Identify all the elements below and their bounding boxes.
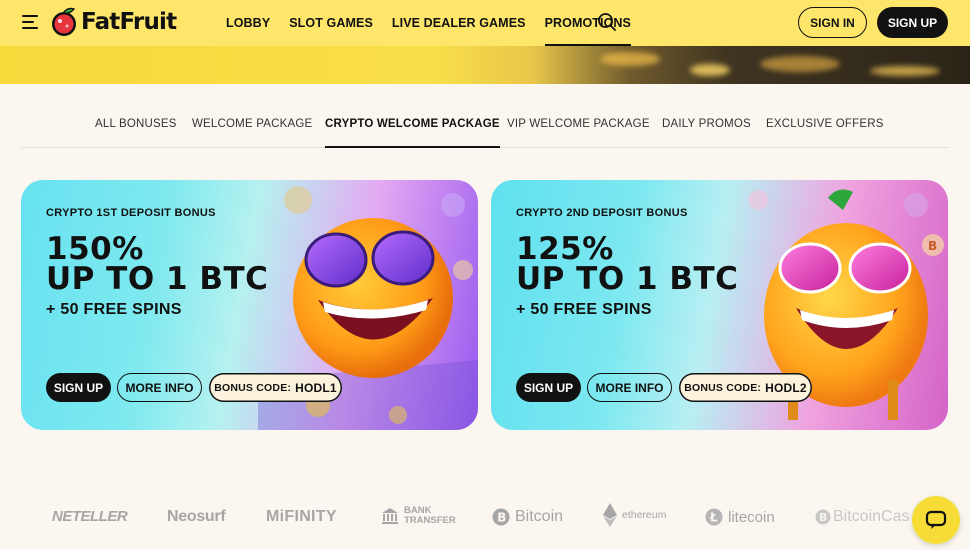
- card-free-spins: + 50 FREE SPINS: [516, 301, 652, 318]
- card-kicker: CRYPTO 1ST DEPOSIT BONUS: [46, 207, 216, 219]
- litecoin-icon: Ł: [705, 508, 723, 526]
- bonus-code-value: HODL1: [295, 380, 337, 395]
- headline-percent: 125%: [516, 231, 614, 267]
- payment-methods: NETELLER Neosurf MiFINITY BANK TRANSFER …: [0, 498, 970, 538]
- bonus-code-badge[interactable]: BONUS CODE: HODL1: [209, 373, 342, 402]
- card-sign-up-button[interactable]: SIGN UP: [46, 373, 111, 402]
- bank-line-2: TRANSFER: [404, 515, 456, 526]
- bonus-code-label: BONUS CODE:: [684, 381, 762, 394]
- payment-neosurf: Neosurf: [167, 508, 226, 525]
- tab-all-bonuses[interactable]: ALL BONUSES: [95, 118, 177, 147]
- bitcoin-cash-icon: B: [815, 509, 831, 525]
- promo-card-1: CRYPTO 1ST DEPOSIT BONUS 150% UP TO 1 BT…: [21, 180, 478, 430]
- bitcoin-cash-label: BitcoinCas: [833, 508, 910, 525]
- chat-button[interactable]: [912, 496, 960, 544]
- headline-amount: UP TO 1 BTC: [46, 261, 269, 297]
- nav-live-dealer-games[interactable]: LIVE DEALER GAMES: [392, 0, 526, 46]
- logo[interactable]: FatFruit: [50, 7, 177, 37]
- tab-vip-welcome-package[interactable]: VIP WELCOME PACKAGE: [507, 118, 650, 147]
- sign-in-button[interactable]: SIGN IN: [798, 7, 867, 38]
- nav-promotions[interactable]: PROMOTIONS: [544, 0, 632, 46]
- nav-lobby[interactable]: LOBBY: [226, 0, 270, 46]
- tab-daily-promos[interactable]: DAILY PROMOS: [662, 118, 751, 147]
- tab-welcome-package[interactable]: WELCOME PACKAGE: [192, 118, 312, 147]
- payment-bitcoin-cash: B BitcoinCas: [815, 508, 909, 526]
- sign-up-button[interactable]: SIGN UP: [877, 7, 948, 38]
- nav-slot-games[interactable]: SLOT GAMES: [289, 0, 373, 46]
- svg-text:B: B: [819, 512, 827, 524]
- bitcoin-icon: B: [492, 508, 510, 526]
- headline-amount: UP TO 1 BTC: [516, 261, 739, 297]
- bonus-code-label: BONUS CODE:: [214, 381, 292, 394]
- fruit-logo-icon: [52, 7, 76, 36]
- payment-neteller: NETELLER: [52, 508, 128, 525]
- card-free-spins: + 50 FREE SPINS: [46, 301, 182, 318]
- ethereum-label: ethereum: [622, 509, 667, 521]
- bank-icon: [382, 508, 398, 524]
- logo-text: FatFruit: [81, 9, 177, 35]
- top-header: FatFruit LOBBY SLOT GAMES LIVE DEALER GA…: [0, 0, 970, 46]
- card-headline: 150% UP TO 1 BTC: [46, 231, 269, 297]
- card-more-info-button[interactable]: MORE INFO: [117, 373, 202, 402]
- chat-icon: [925, 510, 947, 529]
- search-icon[interactable]: [597, 12, 617, 32]
- svg-text:B: B: [497, 511, 506, 525]
- promo-card-2: B CRYPTO 2ND DEPOSIT BONUS 125% UP TO 1 …: [491, 180, 948, 430]
- litecoin-label: litecoin: [728, 508, 775, 526]
- ethereum-icon: [603, 503, 617, 527]
- menu-icon[interactable]: [22, 15, 38, 29]
- payment-litecoin: Ł litecoin: [705, 508, 775, 526]
- svg-text:B: B: [928, 239, 937, 253]
- hero-banner: [0, 46, 970, 84]
- bonus-code-value: HODL2: [765, 380, 807, 395]
- main-nav: LOBBY SLOT GAMES LIVE DEALER GAMES PROMO…: [226, 0, 632, 46]
- promo-tabs: ALL BONUSES WELCOME PACKAGE CRYPTO WELCO…: [21, 118, 948, 148]
- svg-text:Ł: Ł: [709, 511, 718, 525]
- tab-exclusive-offers[interactable]: EXCLUSIVE OFFERS: [766, 118, 884, 147]
- headline-percent: 150%: [46, 231, 144, 267]
- payment-bank-transfer: BANK TRANSFER: [381, 506, 456, 526]
- bitcoin-label: Bitcoin: [515, 508, 564, 525]
- payment-mifinity: MiFINITY: [266, 508, 337, 525]
- tab-crypto-welcome-package[interactable]: CRYPTO WELCOME PACKAGE: [325, 118, 500, 148]
- bonus-code-badge[interactable]: BONUS CODE: HODL2: [679, 373, 812, 402]
- payment-ethereum: ethereum: [603, 503, 666, 527]
- card-kicker: CRYPTO 2ND DEPOSIT BONUS: [516, 207, 688, 219]
- card-more-info-button[interactable]: MORE INFO: [587, 373, 672, 402]
- card-sign-up-button[interactable]: SIGN UP: [516, 373, 581, 402]
- payment-bitcoin: B Bitcoin: [492, 508, 563, 526]
- card-headline: 125% UP TO 1 BTC: [516, 231, 739, 297]
